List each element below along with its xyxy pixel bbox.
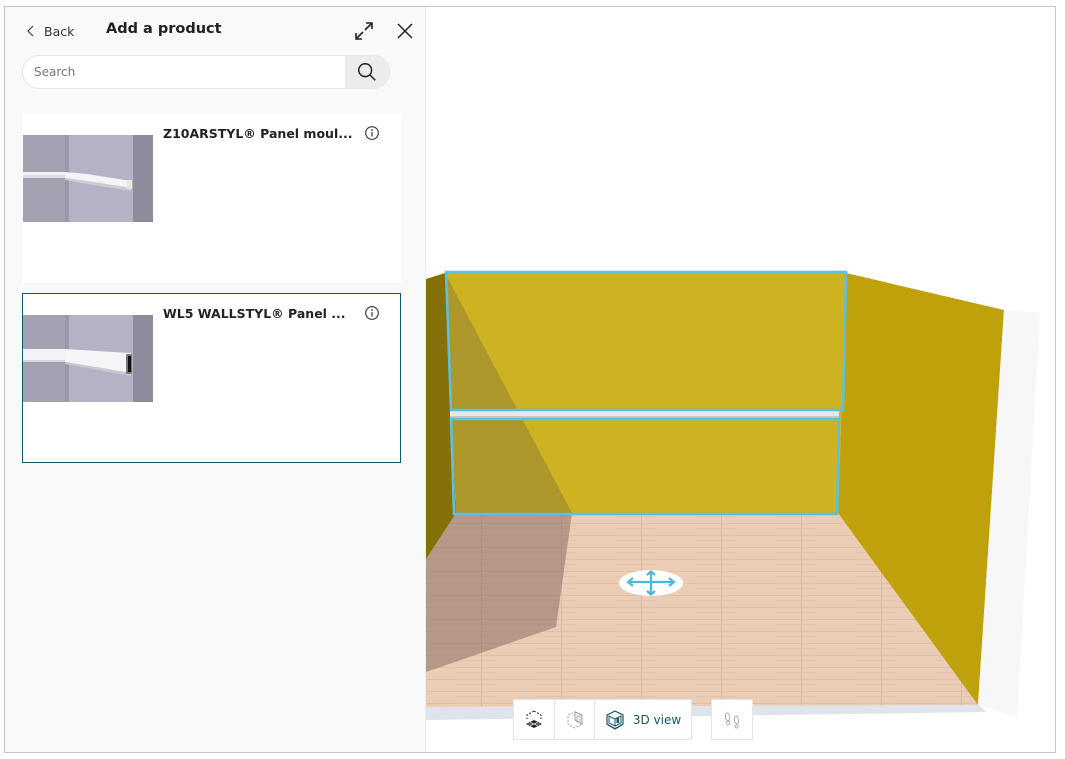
close-button[interactable] — [394, 20, 416, 42]
product-info-button[interactable] — [364, 125, 380, 141]
2d-plan-button[interactable] — [514, 700, 554, 739]
moulding-image — [23, 135, 153, 222]
product-card[interactable]: Z10ARSTYL® Panel moul... — [22, 113, 401, 283]
back-button[interactable]: Back — [26, 21, 74, 41]
info-icon — [365, 306, 379, 320]
product-name: WL5 WALLSTYL® Panel ... — [163, 306, 346, 321]
product-card-selected[interactable]: WL5 WALLSTYL® Panel ... — [22, 293, 401, 463]
product-name: Z10ARSTYL® Panel moul... — [163, 126, 353, 141]
room-scene[interactable] — [426, 7, 1056, 753]
panel-header: Back Add a product — [5, 7, 425, 53]
floor-plan-icon — [526, 710, 542, 728]
chevron-left-icon — [27, 25, 34, 37]
product-thumbnail — [23, 135, 153, 222]
3d-viewport[interactable]: 3D view — [426, 7, 1056, 753]
wall-elevation-icon — [567, 710, 582, 729]
product-thumbnail — [23, 315, 153, 402]
expand-arrows-icon — [355, 22, 373, 40]
search-bar — [22, 55, 390, 89]
walk-toolbar — [711, 699, 753, 740]
search-icon — [358, 63, 376, 81]
panel-title: Add a product — [106, 21, 222, 37]
3d-view-label: 3D view — [632, 712, 682, 727]
add-product-panel: Back Add a product Search Z10ARSTYL® Pan… — [5, 7, 426, 752]
3d-room-icon — [606, 709, 624, 730]
move-arrows-icon — [619, 570, 683, 596]
view-mode-toolbar: 3D view — [513, 699, 692, 740]
search-input[interactable] — [23, 56, 347, 88]
footsteps-icon — [724, 712, 739, 729]
3d-view-button[interactable]: 3D view — [594, 700, 691, 739]
expand-button[interactable] — [352, 19, 376, 43]
search-button[interactable] — [345, 56, 389, 88]
moulding-shadow — [450, 416, 839, 418]
app-window: Back Add a product Search Z10ARSTYL® Pan… — [4, 6, 1056, 753]
info-icon — [365, 126, 379, 140]
walk-mode-button[interactable] — [712, 700, 752, 739]
floor-edge — [426, 705, 986, 720]
back-label: Back — [44, 23, 75, 39]
moulding-image — [23, 315, 153, 402]
close-icon — [397, 23, 413, 39]
wall-view-button[interactable] — [554, 700, 594, 739]
move-handle[interactable] — [618, 569, 684, 597]
product-info-button[interactable] — [364, 305, 380, 321]
